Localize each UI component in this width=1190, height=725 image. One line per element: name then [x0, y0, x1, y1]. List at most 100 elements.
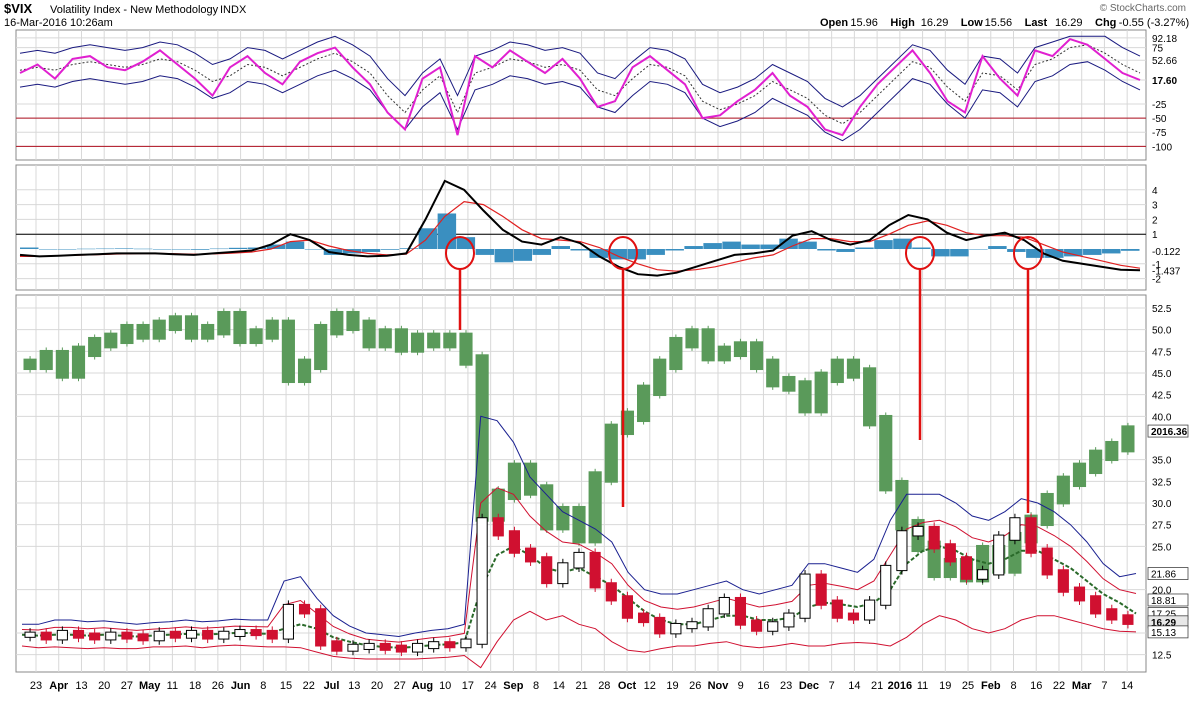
p2-histogram-bar-58	[1121, 249, 1140, 251]
chart-date: 16-Mar-2016 10:26am	[4, 17, 113, 29]
vix-candle-29	[492, 517, 504, 537]
vix-candle-43	[718, 596, 730, 615]
vix-candle-55	[912, 525, 924, 537]
spx-candle-63	[1040, 492, 1054, 527]
spx-candle-32	[540, 484, 554, 531]
p2-histogram-bar-10	[209, 248, 229, 250]
spx-candle-67	[1105, 440, 1119, 462]
p2-histogram-bar-4	[95, 248, 115, 250]
spx-candle-44	[733, 341, 748, 358]
x-tick-label-35: 7	[829, 680, 835, 692]
vix-chart: $VIX Volatility Index - New Methodology …	[4, 1, 1189, 692]
spx-candle-49	[814, 371, 828, 414]
p2-histogram-bar-42	[817, 249, 836, 251]
spx-candle-20	[346, 310, 360, 332]
vix-candle-13	[234, 629, 246, 637]
vix-candle-47	[783, 612, 795, 628]
p2-macd-line	[19, 179, 1141, 277]
spx-candle-41	[685, 328, 699, 349]
spx-candle-9	[168, 315, 182, 332]
vix-candle-52	[864, 599, 876, 621]
x-tick-label-43: 8	[1010, 680, 1016, 692]
x-tick-label-4: 27	[121, 680, 133, 692]
p2-histogram-bar-37	[722, 241, 741, 249]
vix-candle-15	[266, 629, 278, 640]
stat-label-1: High	[890, 17, 915, 29]
spx-candle-19	[330, 310, 344, 336]
p1-y-tick-5: -50	[1152, 114, 1167, 125]
p2-histogram-bar-27	[532, 249, 552, 255]
p3-y-tick-0: 52.5	[1152, 304, 1172, 315]
spx-candle-18	[314, 323, 328, 371]
p2-histogram-bar-33	[646, 249, 665, 255]
spx-candle-40	[669, 336, 683, 371]
p3-y-tick-10: 25.0	[1152, 542, 1172, 553]
p3-y-tick-7: 32.5	[1152, 477, 1172, 488]
vix-candle-56	[928, 525, 940, 550]
x-tick-label-9: Jun	[231, 680, 251, 692]
spx-candle-48	[798, 380, 812, 414]
stat-value-0: 15.96	[850, 17, 878, 29]
spx-candle-8	[152, 319, 166, 340]
vix-candle-24	[411, 642, 424, 653]
p2-histogram-bar-9	[190, 249, 210, 250]
x-tick-label-14: 13	[348, 680, 360, 692]
spx-candle-17	[297, 358, 312, 384]
p2-histogram-bar-5	[114, 248, 134, 249]
vix-candle-5	[105, 631, 117, 641]
p2-histogram-bar-51	[988, 246, 1007, 249]
p2-histogram-bar-49	[950, 249, 969, 257]
spx-candle-47	[782, 375, 796, 392]
vix-candle-59	[977, 569, 989, 580]
x-tick-label-30: Nov	[708, 680, 730, 692]
spx-candle-33	[556, 505, 570, 531]
panel-frame-0	[15, 29, 1147, 161]
vix-candle-40	[670, 622, 682, 635]
price-label-5: 15.13	[1151, 628, 1176, 639]
x-tick-label-3: 20	[98, 680, 110, 692]
spx-candle-34	[572, 505, 586, 544]
stat-value-4: -0.55 (-3.27%)	[1119, 17, 1189, 29]
x-tick-label-0: 23	[30, 680, 42, 692]
p2-histogram-bar-36	[703, 243, 722, 249]
x-tick-label-48: 14	[1121, 680, 1133, 692]
x-tick-label-26: Oct	[618, 680, 637, 692]
price-label-0: 2016.36	[1151, 427, 1188, 438]
spx-candle-64	[1056, 475, 1070, 505]
spx-candle-54	[895, 479, 909, 531]
vix-candle-39	[654, 616, 666, 635]
spx-candle-6	[120, 323, 134, 345]
vix-candle-10	[185, 629, 198, 639]
p1-y-tick-6: -75	[1152, 128, 1167, 139]
p2-histogram-bar-8	[171, 249, 191, 250]
vix-candle-67	[1106, 608, 1118, 621]
x-tick-label-6: 11	[167, 680, 178, 692]
spx-candle-51	[846, 358, 861, 379]
symbol-name: Volatility Index - New Methodology	[50, 4, 219, 16]
vix-candle-58	[960, 556, 973, 580]
x-tick-label-2: 13	[75, 680, 87, 692]
p2-histogram-bar-0	[20, 247, 39, 249]
p3-y-tick-6: 35.0	[1152, 456, 1172, 467]
spx-candle-0	[23, 358, 37, 371]
x-tick-label-19: 17	[462, 680, 474, 692]
spx-candle-13	[233, 310, 247, 345]
vix-candle-28	[476, 517, 488, 645]
vix-candle-64	[1057, 569, 1069, 593]
vix-candle-23	[395, 644, 407, 653]
p1-y-tick-7: -100	[1152, 142, 1172, 153]
p2-y-tick-0: 4	[1152, 186, 1158, 197]
spx-candle-68	[1121, 425, 1135, 453]
p2-histogram-bar-18	[361, 249, 381, 252]
p1-y-tick-2: 52.66	[1152, 56, 1177, 67]
vix-candle-44	[734, 596, 747, 626]
vix-candle-65	[1073, 586, 1086, 602]
p3-y-tick-9: 27.5	[1152, 521, 1172, 532]
vix-candle-53	[880, 564, 892, 606]
vix-candle-57	[944, 543, 956, 563]
price-label-2: 18.81	[1151, 596, 1176, 607]
spx-candle-10	[184, 315, 199, 340]
x-tick-label-27: 12	[644, 680, 656, 692]
vix-candle-38	[638, 612, 650, 624]
p2-histogram-bar-34	[665, 249, 684, 251]
